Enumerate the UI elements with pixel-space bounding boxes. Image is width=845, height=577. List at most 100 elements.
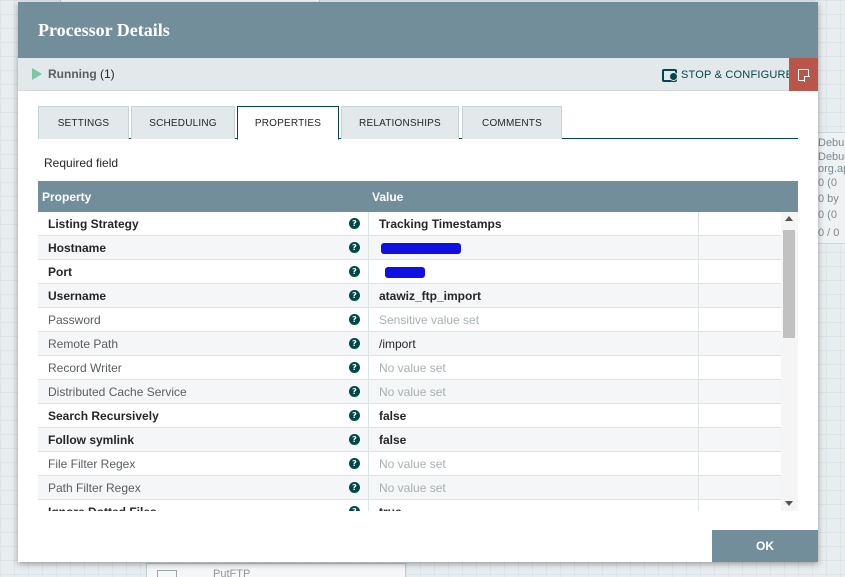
tab-properties[interactable]: PROPERTIES	[237, 106, 339, 140]
scroll-up-icon[interactable]	[785, 216, 793, 221]
property-name: Hostname	[48, 241, 107, 255]
property-name: Port	[48, 265, 72, 279]
help-icon[interactable]: ?	[349, 434, 360, 445]
note-button[interactable]	[789, 58, 818, 91]
scrollbar-thumb[interactable]	[783, 230, 795, 338]
help-icon[interactable]: ?	[349, 338, 360, 349]
property-value[interactable]: false	[379, 433, 406, 447]
ok-button[interactable]: OK	[712, 530, 818, 562]
background-card-text: org.apa	[818, 163, 845, 175]
table-row: Distributed Cache Service? No value set	[38, 380, 781, 404]
property-value[interactable]: /import	[379, 337, 416, 351]
background-card-text: Debug	[818, 151, 845, 163]
column-divider	[698, 500, 699, 511]
property-value[interactable]: true	[379, 505, 402, 511]
column-divider	[368, 404, 369, 428]
help-icon[interactable]: ?	[349, 266, 360, 277]
property-name: Listing Strategy	[48, 217, 139, 231]
tab-comments[interactable]: COMMENTS	[462, 106, 562, 139]
help-icon[interactable]: ?	[349, 290, 360, 301]
column-divider	[368, 476, 369, 500]
property-value[interactable]: Sensitive value set	[379, 313, 479, 327]
column-divider	[698, 356, 699, 380]
table-row: Ignore Dotted Files? true	[38, 500, 781, 511]
help-icon[interactable]: ?	[349, 482, 360, 493]
stop-and-configure-button[interactable]: STOP & CONFIGURE	[662, 66, 793, 84]
background-card-text: Debu	[818, 137, 845, 149]
property-value[interactable]: Tracking Timestamps	[379, 217, 502, 231]
column-divider	[368, 428, 369, 452]
column-divider	[698, 212, 699, 236]
property-value[interactable]: No value set	[379, 481, 446, 495]
scroll-down-icon[interactable]	[785, 501, 793, 506]
dialog-title: Processor Details	[38, 19, 170, 40]
column-divider	[698, 236, 699, 260]
help-icon[interactable]: ?	[349, 410, 360, 421]
table-row: File Filter Regex? No value set	[38, 452, 781, 476]
stop-and-configure-label: STOP & CONFIGURE	[681, 69, 794, 81]
column-divider	[368, 284, 369, 308]
column-divider	[368, 452, 369, 476]
tab-scheduling[interactable]: SCHEDULING	[131, 106, 235, 139]
property-name: Path Filter Regex	[48, 481, 141, 495]
column-divider	[368, 212, 369, 236]
run-status-count: (1)	[100, 67, 115, 81]
property-name: Distributed Cache Service	[48, 385, 187, 399]
column-divider	[698, 380, 699, 404]
property-value[interactable]: No value set	[379, 457, 446, 471]
property-value[interactable]: No value set	[379, 361, 446, 375]
status-bar: Running (1) STOP & CONFIGURE	[18, 58, 818, 91]
redacted-value[interactable]	[385, 267, 425, 278]
property-name: Username	[48, 289, 107, 303]
column-divider	[368, 236, 369, 260]
property-value[interactable]: atawiz_ftp_import	[379, 289, 481, 303]
tab-bar: SETTINGS SCHEDULING PROPERTIES RELATIONS…	[38, 106, 798, 140]
properties-table: Property Value Listing Strategy? Tracking…	[38, 181, 798, 511]
background-card-text: 0 / 0	[818, 227, 840, 239]
property-value[interactable]: false	[379, 409, 406, 423]
column-header-property: Property	[42, 190, 92, 204]
table-scrollbar[interactable]	[781, 212, 798, 511]
redacted-value[interactable]	[381, 243, 461, 254]
table-row: Password? Sensitive value set	[38, 308, 781, 332]
table-header: Property Value	[38, 181, 798, 212]
tab-settings[interactable]: SETTINGS	[38, 106, 129, 139]
property-name: Search Recursively	[48, 409, 159, 423]
column-divider	[368, 308, 369, 332]
column-divider	[698, 404, 699, 428]
table-row: Remote Path? /import	[38, 332, 781, 356]
property-name: Password	[48, 313, 101, 327]
help-icon[interactable]: ?	[349, 386, 360, 397]
help-icon[interactable]: ?	[349, 314, 360, 325]
property-name: Remote Path	[48, 337, 119, 351]
table-row: Port?	[38, 260, 781, 284]
background-card-text: 0 by	[818, 193, 839, 205]
help-icon[interactable]: ?	[349, 458, 360, 469]
column-divider	[698, 428, 699, 452]
help-icon[interactable]: ?	[349, 362, 360, 373]
table-body: Listing Strategy? Tracking Timestamps Host…	[38, 212, 781, 511]
dialog-header: Processor Details	[18, 2, 818, 58]
help-icon[interactable]: ?	[349, 506, 360, 511]
table-row: Username? atawiz_ftp_import	[38, 284, 781, 308]
property-name: Record Writer	[48, 361, 122, 375]
property-value[interactable]: No value set	[379, 385, 446, 399]
tab-relationships[interactable]: RELATIONSHIPS	[341, 106, 459, 139]
column-divider	[698, 284, 699, 308]
run-status-label: Running	[48, 67, 97, 81]
column-divider	[698, 260, 699, 284]
stop-configure-icon	[662, 68, 678, 82]
column-divider	[368, 332, 369, 356]
column-header-value: Value	[372, 190, 404, 204]
table-row: Hostname?	[38, 236, 781, 260]
column-divider	[698, 332, 699, 356]
help-icon[interactable]: ?	[349, 218, 360, 229]
property-name: Follow symlink	[48, 433, 135, 447]
background-card-text: 0 (0	[818, 177, 837, 189]
note-icon	[798, 68, 810, 82]
background-processor-card-bottom: PutFTP	[146, 563, 406, 577]
column-divider	[368, 500, 369, 511]
help-icon[interactable]: ?	[349, 242, 360, 253]
table-row: Record Writer? No value set	[38, 356, 781, 380]
column-divider	[698, 452, 699, 476]
